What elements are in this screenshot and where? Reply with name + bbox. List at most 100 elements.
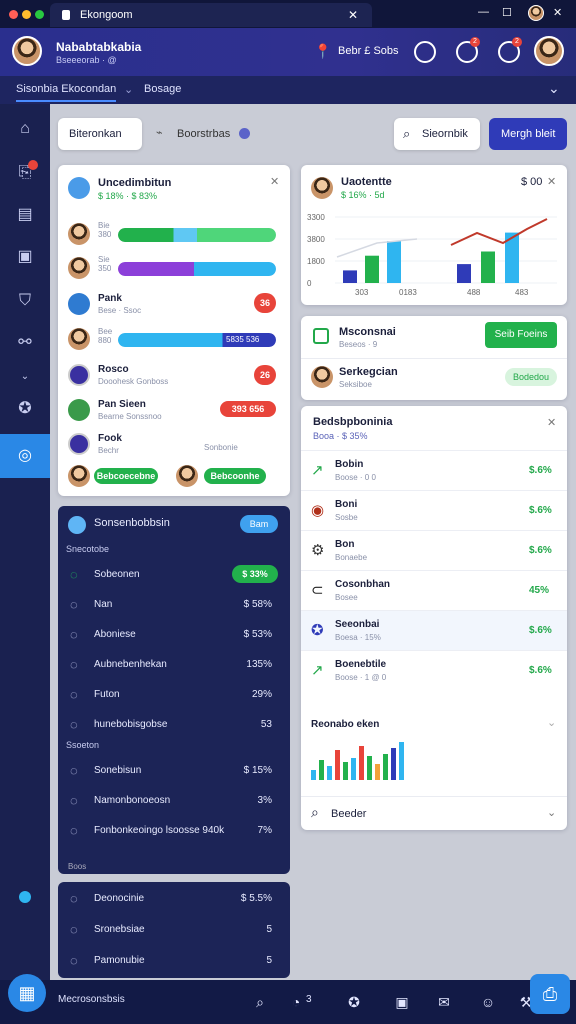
- profile-avatar-small[interactable]: [528, 5, 544, 21]
- row-avatar: [68, 293, 90, 315]
- header-action-label[interactable]: Bebr £ Sobs: [338, 45, 399, 57]
- dark-item[interactable]: ◌ Aubnebenhekan 135%: [58, 652, 290, 682]
- pin-icon[interactable]: 📍: [314, 43, 331, 60]
- list-row[interactable]: ↗ Boenebtile Boose · 1 @ 0 $.6%: [301, 650, 567, 690]
- support-icon[interactable]: [414, 41, 436, 63]
- tab-secondary[interactable]: Boorstrbas: [177, 128, 230, 140]
- search-button[interactable]: ⌕ Sieornbik: [394, 118, 480, 150]
- chart-avatar: [311, 177, 333, 199]
- progress-bar-2: [118, 262, 276, 276]
- tab-close-icon[interactable]: ✕: [348, 8, 358, 22]
- dark-item[interactable]: ◌ Sronebsiae 5: [58, 917, 290, 948]
- list-search-label[interactable]: Beeder: [331, 808, 366, 820]
- window-close-icon[interactable]: ✕: [553, 6, 562, 19]
- award-icon[interactable]: ✪: [14, 398, 36, 420]
- dark-item[interactable]: ◌ Nan $ 58%: [58, 592, 290, 622]
- mini-bar: [383, 754, 388, 780]
- row-name: Pank: [98, 293, 122, 304]
- home-icon[interactable]: ⌂: [14, 118, 36, 140]
- maximize-icon[interactable]: ☐: [502, 6, 512, 19]
- list-row[interactable]: ⊂ Cosonbhan Bosee 45%: [301, 570, 567, 610]
- dark-item-icon: ◌: [70, 922, 78, 937]
- dark-item[interactable]: ◌ Namonbonoeosn 3%: [58, 788, 290, 818]
- image-icon[interactable]: ▣: [14, 246, 36, 268]
- compose-button[interactable]: ⎙: [530, 974, 570, 1014]
- mail-icon[interactable]: ✉: [434, 992, 454, 1012]
- dark-header-tag[interactable]: Bam: [240, 515, 278, 533]
- dashboard-icon[interactable]: ▤: [14, 204, 36, 226]
- subnav-item-2[interactable]: Bosage: [144, 83, 181, 95]
- secondary-badge: [239, 128, 250, 139]
- minimize-window-dot[interactable]: [22, 10, 31, 19]
- filter-icon[interactable]: ⌁: [156, 126, 163, 139]
- close-window-dot[interactable]: [9, 10, 18, 19]
- user-avatar[interactable]: [12, 36, 42, 66]
- maximize-window-dot[interactable]: [35, 10, 44, 19]
- profile-avatar[interactable]: [534, 36, 564, 66]
- bottom-dock: ▦ Mecrosonsbsis ⌕ ◔ 3 ✪ ▣ ✉ ☺ ⚒ ⎙: [0, 974, 576, 1024]
- more-icon[interactable]: ⌄: [14, 366, 36, 388]
- dark-item-label: Aubnebenhekan: [94, 659, 167, 670]
- dark-item-label: Pamonubie: [94, 955, 145, 966]
- list-row[interactable]: ⚙ Bon Bonaebe $.6%: [301, 530, 567, 570]
- grid-icon[interactable]: ▣: [392, 992, 412, 1012]
- shield-icon[interactable]: ⛉: [14, 290, 36, 312]
- row-avatar: [68, 223, 90, 245]
- dark-item[interactable]: ◌ Fonbonkeoingo lsoosse 940k 7%: [58, 818, 290, 848]
- dark-item-icon: ◌: [70, 597, 78, 612]
- award-icon[interactable]: ✪: [344, 992, 364, 1012]
- messages-icon[interactable]: 2: [498, 37, 522, 63]
- browser-tab[interactable]: Ekongoom ✕: [50, 3, 372, 27]
- list-row-name: Boni: [335, 499, 358, 510]
- trend-line-right: [450, 218, 548, 246]
- dark-item-icon: ◌: [70, 763, 78, 778]
- search-icon[interactable]: ⌕: [311, 804, 319, 821]
- mini-bar: [399, 742, 404, 780]
- bars-chevron-icon[interactable]: ⌄: [547, 716, 556, 729]
- people-icon[interactable]: ☺: [478, 992, 498, 1012]
- dark-item[interactable]: ◌ Futon 29%: [58, 682, 290, 712]
- dark-item-value: 3%: [257, 795, 272, 806]
- dark-item-icon: ◌: [70, 657, 78, 672]
- chat-icon[interactable]: ◔: [286, 992, 306, 1012]
- dark-section-2: Ssoeton: [66, 740, 100, 750]
- row-tag[interactable]: 36: [254, 293, 276, 313]
- rail-active-item[interactable]: ◎: [0, 434, 50, 478]
- dark-item[interactable]: ◌ Sobeonen $ 33%: [58, 562, 290, 592]
- dark-item[interactable]: ◌ Sonebisun $ 15%: [58, 758, 290, 788]
- row-sub: Bee 880: [98, 327, 113, 345]
- dark-item[interactable]: ◌ Pamonubie 5: [58, 948, 290, 979]
- primary-action-button[interactable]: Mergh bleit: [489, 118, 567, 150]
- dark-item-label: Sobeonen: [94, 569, 140, 580]
- list-row[interactable]: ✪ Seeonbai Boesa · 15% $.6%: [301, 610, 567, 650]
- footer-tag-1[interactable]: Bebcoecebne: [94, 468, 158, 484]
- list-search-chevron-icon[interactable]: ⌄: [547, 806, 556, 819]
- list-row[interactable]: ◉ Boni Sosbe $.6%: [301, 490, 567, 530]
- y-tick-label: 3300: [307, 213, 325, 222]
- bar: [457, 264, 471, 283]
- link-icon[interactable]: ⚯: [14, 332, 36, 354]
- promo1-button[interactable]: Seib Foeins: [485, 322, 557, 348]
- dark-item[interactable]: ◌ hunebobisgobse 53: [58, 712, 290, 742]
- chevron-down-icon[interactable]: ⌄: [124, 83, 133, 96]
- mini-bar: [343, 762, 348, 780]
- search-label: Sieornbik: [422, 128, 468, 140]
- dark-item-icon: ◌: [70, 793, 78, 808]
- list-row[interactable]: ↗ Bobin Boose · 0 0 $.6%: [301, 450, 567, 490]
- chart-close-icon[interactable]: ✕: [547, 175, 556, 188]
- dark-item[interactable]: ◌ Deonocinie $ 5.5%: [58, 886, 290, 917]
- search-icon[interactable]: ⌕: [250, 992, 270, 1012]
- dark-item[interactable]: ◌ Aboniese $ 53%: [58, 622, 290, 652]
- row-tag[interactable]: 26: [254, 365, 276, 385]
- subnav-item-1[interactable]: Sisonbia Ekocondan: [16, 83, 117, 102]
- list-row-value: $.6%: [529, 545, 552, 556]
- row-tag[interactable]: 393 656: [220, 401, 276, 417]
- notification-icon[interactable]: 2: [456, 37, 480, 63]
- footer-tag-2[interactable]: Bebcoonhe: [204, 468, 266, 484]
- minimize-icon[interactable]: —: [478, 6, 489, 18]
- list-close-icon[interactable]: ✕: [547, 416, 556, 429]
- close-icon[interactable]: ✕: [270, 175, 279, 188]
- subnav-expand-icon[interactable]: ⌄: [548, 80, 560, 97]
- tab-primary[interactable]: Biteronkan: [58, 118, 142, 150]
- apps-icon[interactable]: ▦: [8, 974, 46, 1012]
